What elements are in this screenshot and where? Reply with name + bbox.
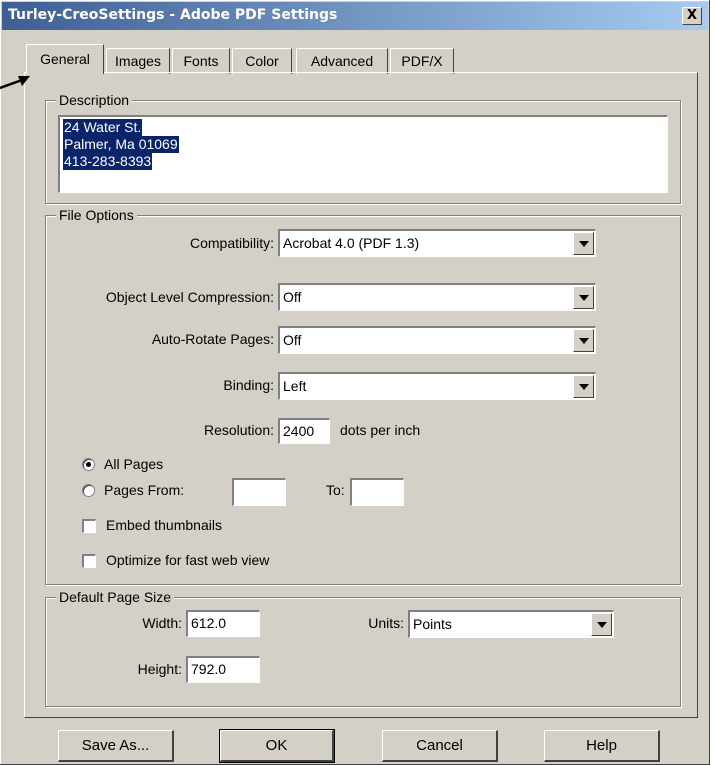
height-label: Height: xyxy=(137,661,182,677)
chevron-down-icon[interactable] xyxy=(573,329,594,352)
compatibility-select[interactable]: Acrobat 4.0 (PDF 1.3) xyxy=(278,229,596,257)
embed-thumbnails-label: Embed thumbnails xyxy=(106,517,222,533)
binding-select[interactable]: Left xyxy=(278,372,596,400)
auto-rotate-value: Off xyxy=(283,332,302,348)
width-input[interactable]: 612.0 xyxy=(186,610,260,637)
ok-button[interactable]: OK xyxy=(219,729,335,763)
units-select[interactable]: Points xyxy=(408,610,614,638)
binding-label: Binding: xyxy=(223,377,274,393)
page-size-group: Default Page Size Width: 612.0 Units: Po… xyxy=(45,588,681,707)
all-pages-radio[interactable] xyxy=(82,458,95,471)
optimize-web-label: Optimize for fast web view xyxy=(106,552,270,568)
object-compression-label: Object Level Compression: xyxy=(105,289,274,305)
auto-rotate-label: Auto-Rotate Pages: xyxy=(151,331,274,347)
page-size-group-title: Default Page Size xyxy=(56,588,175,606)
object-compression-select[interactable]: Off xyxy=(278,283,596,311)
file-options-group-title: File Options xyxy=(56,206,137,224)
all-pages-label: All Pages xyxy=(104,456,164,472)
pages-to-label: To: xyxy=(326,482,345,498)
tab-images[interactable]: Images xyxy=(106,48,170,74)
description-group: Description 24 Water St. Palmer, Ma 0106… xyxy=(45,91,681,204)
description-line: 24 Water St. xyxy=(63,119,143,136)
width-value: 612.0 xyxy=(191,615,227,631)
help-button[interactable]: Help xyxy=(544,730,660,762)
close-button[interactable]: X xyxy=(682,7,702,25)
description-line: 413-283-8393 xyxy=(63,153,153,170)
compatibility-label: Compatibility: xyxy=(189,235,274,251)
pdf-settings-dialog: Turley-CreoSettings - Adobe PDF Settings… xyxy=(0,0,710,765)
chevron-down-icon[interactable] xyxy=(591,613,612,636)
tab-pdfx[interactable]: PDF/X xyxy=(390,48,454,74)
tab-color[interactable]: Color xyxy=(232,48,292,74)
general-tab-panel: Description 24 Water St. Palmer, Ma 0106… xyxy=(24,72,698,718)
pages-from-label: Pages From: xyxy=(104,482,185,498)
description-group-title: Description xyxy=(56,91,133,109)
tab-advanced[interactable]: Advanced xyxy=(296,48,388,74)
save-as-button[interactable]: Save As... xyxy=(58,730,174,762)
width-label: Width: xyxy=(142,615,182,631)
units-value: Points xyxy=(413,616,452,632)
units-label: Units: xyxy=(368,615,404,631)
file-options-group: File Options Compatibility: Acrobat 4.0 … xyxy=(45,206,681,585)
height-value: 792.0 xyxy=(191,661,227,677)
pages-to-input[interactable] xyxy=(350,478,404,506)
pages-from-radio[interactable] xyxy=(82,484,95,497)
resolution-unit: dots per inch xyxy=(340,422,421,438)
resolution-label: Resolution: xyxy=(203,422,274,438)
object-compression-value: Off xyxy=(283,289,302,305)
chevron-down-icon[interactable] xyxy=(573,232,594,255)
binding-value: Left xyxy=(283,378,307,394)
description-textarea[interactable]: 24 Water St. Palmer, Ma 01069 413-283-83… xyxy=(58,115,668,193)
chevron-down-icon[interactable] xyxy=(573,375,594,398)
compatibility-value: Acrobat 4.0 (PDF 1.3) xyxy=(283,235,420,251)
cancel-button[interactable]: Cancel xyxy=(382,730,498,762)
tab-fonts[interactable]: Fonts xyxy=(172,48,230,74)
embed-thumbnails-checkbox[interactable] xyxy=(82,519,96,533)
pages-from-input[interactable] xyxy=(232,478,286,506)
resolution-input[interactable]: 2400 xyxy=(278,418,330,444)
window-title: Turley-CreoSettings - Adobe PDF Settings xyxy=(8,7,338,23)
description-line: Palmer, Ma 01069 xyxy=(63,136,179,153)
chevron-down-icon[interactable] xyxy=(573,286,594,309)
auto-rotate-select[interactable]: Off xyxy=(278,326,596,354)
optimize-web-checkbox[interactable] xyxy=(82,554,96,568)
title-bar: Turley-CreoSettings - Adobe PDF Settings… xyxy=(2,2,708,30)
height-input[interactable]: 792.0 xyxy=(186,656,260,683)
resolution-value: 2400 xyxy=(283,423,315,439)
pointer-arrow-icon xyxy=(0,76,30,90)
